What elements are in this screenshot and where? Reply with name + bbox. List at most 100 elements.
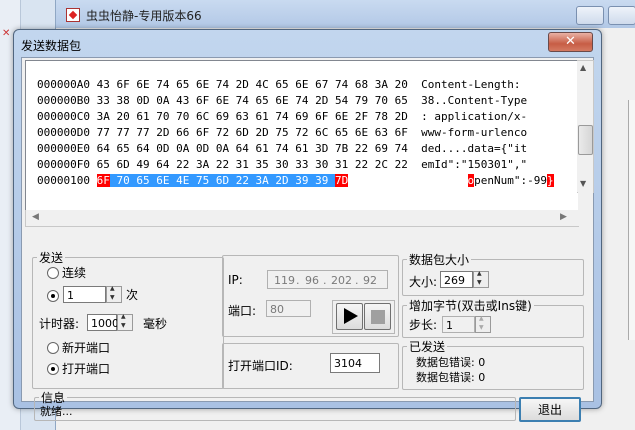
hex-address: 000000F0 [37,158,90,171]
open-port-id-label: 打开端口ID: [228,359,293,373]
hex-row[interactable]: 000000E0 64 65 64 0D 0A 0D 0A 64 61 74 6… [37,141,554,157]
packet-size-legend: 数据包大小 [409,253,470,267]
info-group: 信息 [34,389,516,421]
ip-address-field: 119 . 96 . 202 . 92 [267,270,388,289]
open-port-id-input[interactable]: 3104 [330,353,380,373]
size-label: 大小: [409,275,438,289]
stop-icon [371,310,385,324]
port-label: 端口: [228,304,257,318]
hex-horizontal-scrollbar[interactable]: ◀ ▶ [25,210,579,227]
hex-bytes: 33 38 0D 0A 43 6F 6E 74 65 6E 74 2D 54 7… [96,94,408,107]
hex-bytes: 43 6F 6E 74 65 6E 74 2D 4C 65 6E 67 74 6… [96,78,408,91]
background-window-title: 虫虫怡静-专用版本66 [86,9,202,23]
hex-editor[interactable]: 000000A0 43 6F 6E 74 65 6E 74 2D 4C 65 6… [25,60,579,212]
hex-bytes: 77 77 77 2D 66 6F 72 6D 2D 75 72 6C 65 6… [96,126,408,139]
hex-bytes: 65 6D 49 64 22 3A 22 31 35 30 33 30 31 2… [96,158,408,171]
hex-byte-changed: 6F [96,174,110,187]
hex-address: 000000A0 [37,78,90,91]
close-icon: ✕ [2,28,11,39]
new-port-radio[interactable] [47,342,59,354]
step-input[interactable]: 1 [442,316,475,333]
sent-legend: 已发送 [409,340,446,354]
hex-row[interactable]: 000000B0 33 38 0D 0A 43 6F 6E 74 65 6E 7… [37,93,554,109]
background-minimize-button[interactable] [576,6,604,25]
hex-bytes: 64 65 64 0D 0A 0D 0A 64 61 74 61 3D 7B 2… [96,142,408,155]
hex-ascii: 38..Content-Type [421,94,528,107]
ip-octet-4: 92 [363,274,377,287]
dialog-client: 000000A0 43 6F 6E 74 65 6E 74 2D 4C 65 6… [21,57,594,422]
hex-ascii: : application/x- [421,110,528,123]
continuous-radio[interactable] [47,267,59,279]
play-button[interactable] [336,303,363,330]
hex-ascii: ded....data={"it [421,142,528,155]
background-title-bar: 虫虫怡静-专用版本66 [56,0,635,28]
scroll-up-icon[interactable]: ▲ [580,63,586,72]
ip-dot: . [296,274,300,287]
ascii-char-changed: } [546,174,554,187]
app-icon [66,8,80,22]
scroll-corner [578,192,593,226]
hex-row-selected[interactable]: 00000100 6F 70 65 6E 4E 75 6D 22 3A 2D 3… [37,173,554,189]
hex-bytes: 3A 20 61 70 70 6C 69 63 61 74 69 6F 6E 2… [96,110,408,123]
ip-octet-1: 119 [274,274,295,287]
ip-dot: . [323,274,327,287]
play-icon [344,308,358,324]
hex-row[interactable]: 000000D0 77 77 77 2D 66 6F 72 6D 2D 75 7… [37,125,554,141]
close-button[interactable]: ✕ [548,32,593,52]
count-unit: 次 [126,288,139,302]
hex-address: 000000D0 [37,126,90,139]
continuous-label: 连续 [62,266,87,280]
hex-row[interactable]: 000000C0 3A 20 61 70 70 6C 69 63 61 74 6… [37,109,554,125]
open-port-label: 打开端口 [62,362,111,376]
timer-spinner[interactable] [117,313,133,331]
hex-dump[interactable]: 000000A0 43 6F 6E 74 65 6E 74 2D 4C 65 6… [37,77,554,189]
add-byte-legend: 增加字节(双击或Ins键) [409,299,532,313]
sent-error-count-2: 数据包错误: 0 [416,371,486,384]
hex-bytes-selected: 70 65 6E 4E 75 6D 22 3A 2D 39 39 [116,174,329,187]
ip-dot: . [355,274,359,287]
count-radio[interactable] [47,290,59,302]
new-port-label: 新开端口 [62,341,111,355]
hex-address: 000000B0 [37,94,90,107]
send-count-input[interactable]: 1 [63,286,106,303]
hex-selection: 70 65 6E 4E 75 6D 22 3A 2D 39 39 [109,174,336,187]
hex-address: 000000E0 [37,142,90,155]
scroll-thumb[interactable] [578,125,593,155]
step-label: 步长: [409,318,438,332]
open-port-radio[interactable] [47,363,59,375]
port-input: 80 [266,300,311,317]
size-spinner[interactable] [473,270,489,288]
hex-address: 000000C0 [37,110,90,123]
ip-label: IP: [228,273,243,287]
stop-button[interactable] [364,303,391,330]
step-spinner[interactable] [475,315,491,333]
hex-byte-changed: 7D [335,174,349,187]
background-right-edge [628,100,635,340]
timer-input[interactable]: 1000 [87,314,119,331]
timer-label: 计时器: [39,317,80,331]
hex-ascii: www-form-urlenco [421,126,528,139]
hex-row[interactable]: 000000A0 43 6F 6E 74 65 6E 74 2D 4C 65 6… [37,77,554,93]
ip-octet-3: 202 [331,274,352,287]
hex-address: 00000100 [37,174,90,187]
hex-ascii: emId":"150301"," [421,158,528,171]
hex-row[interactable]: 000000F0 65 6D 49 64 22 3A 22 31 35 30 3… [37,157,554,173]
status-text: 就绪... [40,405,73,418]
dialog-title: 发送数据包 [21,39,82,53]
exit-button[interactable]: 退出 [519,397,581,422]
send-packet-dialog: 发送数据包 ✕ 000000A0 43 6F 6E 74 65 6E 74 2D… [13,29,602,422]
scroll-left-icon[interactable]: ◀ [32,212,39,222]
send-group-legend: 发送 [39,251,64,265]
scroll-right-icon[interactable]: ▶ [560,212,567,222]
control-buttons-frame [332,300,395,334]
hex-vertical-scrollbar[interactable]: ▲ ▼ [577,60,594,193]
sent-error-count-1: 数据包错误: 0 [416,356,486,369]
size-input[interactable]: 269 [440,271,473,288]
send-count-spinner[interactable] [106,285,122,303]
ip-octet-2: 96 [305,274,319,287]
background-maximize-button[interactable] [608,6,635,25]
hex-ascii: Content-Length: [421,78,528,91]
timer-unit: 毫秒 [143,317,168,331]
hex-ascii: penNum":-99 [474,174,547,187]
scroll-down-icon[interactable]: ▼ [580,179,586,188]
